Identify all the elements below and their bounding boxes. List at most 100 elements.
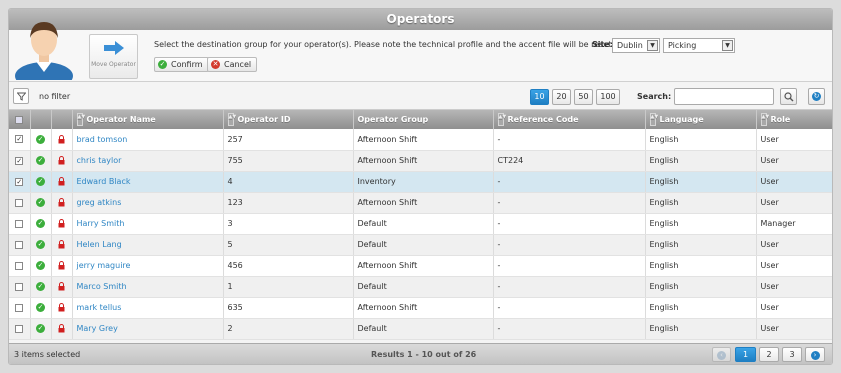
operator-group-cell: Default — [353, 213, 494, 235]
row-checkbox[interactable] — [15, 198, 24, 207]
page-size-10[interactable]: 10 — [530, 89, 549, 105]
operator-name-cell[interactable]: brad tomson — [72, 129, 224, 151]
cancel-button[interactable]: ✕ Cancel — [207, 57, 258, 72]
operator-name-cell[interactable]: Mary Grey — [72, 318, 224, 340]
row-select-cell[interactable] — [9, 213, 31, 235]
row-checkbox[interactable] — [15, 282, 24, 291]
move-operator-panel: Move Operator Select the destination gro… — [9, 22, 832, 82]
row-select-cell[interactable] — [9, 192, 31, 214]
row-select-cell[interactable]: ✓ — [9, 129, 31, 151]
table-row[interactable]: ✓ ✓ brad tomson 257 Afternoon Shift - English U… — [9, 129, 832, 151]
operator-name-cell[interactable]: Edward Black — [72, 171, 224, 193]
row-checkbox[interactable]: ✓ — [15, 177, 24, 186]
row-select-cell[interactable] — [9, 234, 31, 256]
row-select-cell[interactable] — [9, 297, 31, 319]
row-checkbox[interactable]: ✓ — [15, 156, 24, 165]
col-reference-code[interactable]: ▲▼Reference Code — [493, 110, 646, 129]
row-lock-cell[interactable] — [51, 234, 73, 256]
table-row[interactable]: ✓ ✓ Edward Black 4 Inventory - English User — [9, 171, 832, 193]
chevron-right-icon: › — [810, 351, 820, 360]
page-3-button[interactable]: 3 — [782, 347, 802, 362]
select-all-checkbox[interactable] — [15, 115, 24, 124]
search-input[interactable] — [674, 88, 774, 105]
cancel-label: Cancel — [224, 60, 252, 69]
table-row[interactable]: ✓ Mary Grey 2 Default - English User — [9, 318, 832, 340]
operator-name-link[interactable]: jerry maguire — [77, 261, 131, 270]
row-select-cell[interactable] — [9, 276, 31, 298]
group-select[interactable]: Picking ▼ — [663, 38, 735, 53]
col-language[interactable]: ▲▼Language — [645, 110, 757, 129]
row-lock-cell[interactable] — [51, 297, 73, 319]
row-checkbox[interactable] — [15, 240, 24, 249]
operator-name-link[interactable]: Edward Black — [77, 177, 131, 186]
row-checkbox[interactable] — [15, 303, 24, 312]
col-operator-id[interactable]: ▲▼Operator ID — [223, 110, 354, 129]
language-cell: English — [645, 129, 757, 151]
table-row[interactable]: ✓ Marco Smith 1 Default - English User — [9, 276, 832, 298]
prev-page-button[interactable]: ‹ — [712, 347, 731, 362]
refresh-button[interactable]: ↻ — [808, 88, 825, 105]
col-operator-group[interactable]: Operator Group — [353, 110, 494, 129]
row-lock-cell[interactable] — [51, 150, 73, 172]
page-1-button[interactable]: 1 — [735, 347, 756, 362]
filter-button[interactable] — [13, 88, 29, 104]
operator-name-link[interactable]: Marco Smith — [77, 282, 127, 291]
table-row[interactable]: ✓ ✓ chris taylor 755 Afternoon Shift CT224 Eng… — [9, 150, 832, 172]
operator-name-link[interactable]: mark tellus — [77, 303, 122, 312]
table-row[interactable]: ✓ greg atkins 123 Afternoon Shift - English Us… — [9, 192, 832, 214]
page-size-100[interactable]: 100 — [596, 89, 620, 105]
language-cell: English — [645, 318, 757, 340]
row-lock-cell[interactable] — [51, 171, 73, 193]
operator-name-link[interactable]: greg atkins — [77, 198, 122, 207]
row-lock-cell[interactable] — [51, 192, 73, 214]
row-select-cell[interactable]: ✓ — [9, 150, 31, 172]
site-select[interactable]: Dublin ▼ — [612, 38, 660, 53]
table-row[interactable]: ✓ mark tellus 635 Afternoon Shift - English Us… — [9, 297, 832, 319]
reference-code-cell: CT224 — [493, 150, 646, 172]
page-size-50[interactable]: 50 — [574, 89, 593, 105]
row-select-cell[interactable] — [9, 255, 31, 277]
row-lock-cell[interactable] — [51, 213, 73, 235]
operator-name-cell[interactable]: Helen Lang — [72, 234, 224, 256]
row-status-cell: ✓ — [30, 192, 52, 214]
operator-name-link[interactable]: Mary Grey — [77, 324, 118, 333]
operator-name-cell[interactable]: jerry maguire — [72, 255, 224, 277]
operator-name-cell[interactable]: Harry Smith — [72, 213, 224, 235]
move-operator-label: Move Operator — [91, 61, 136, 68]
operator-group-cell: Afternoon Shift — [353, 255, 494, 277]
select-all-header[interactable] — [9, 110, 31, 129]
role-cell: User — [756, 192, 832, 214]
move-operator-button[interactable]: Move Operator — [89, 34, 138, 79]
row-lock-cell[interactable] — [51, 318, 73, 340]
operator-name-cell[interactable]: chris taylor — [72, 150, 224, 172]
confirm-button[interactable]: ✓ Confirm — [154, 57, 209, 72]
table-row[interactable]: ✓ Harry Smith 3 Default - English Manager — [9, 213, 832, 235]
row-checkbox[interactable] — [15, 324, 24, 333]
operator-name-link[interactable]: Helen Lang — [77, 240, 122, 249]
row-checkbox[interactable] — [15, 261, 24, 270]
operator-name-cell[interactable]: greg atkins — [72, 192, 224, 214]
operator-name-link[interactable]: chris taylor — [77, 156, 122, 165]
row-lock-cell[interactable] — [51, 255, 73, 277]
row-select-cell[interactable] — [9, 318, 31, 340]
user-avatar-icon — [15, 22, 73, 80]
page-2-button[interactable]: 2 — [759, 347, 779, 362]
operator-name-link[interactable]: Harry Smith — [77, 219, 125, 228]
row-checkbox[interactable] — [15, 219, 24, 228]
search-button[interactable] — [780, 88, 797, 105]
table-row[interactable]: ✓ jerry maguire 456 Afternoon Shift - English… — [9, 255, 832, 277]
table-row[interactable]: ✓ Helen Lang 5 Default - English User — [9, 234, 832, 256]
row-status-cell: ✓ — [30, 129, 52, 151]
operator-name-cell[interactable]: Marco Smith — [72, 276, 224, 298]
col-operator-name[interactable]: ▲▼Operator Name — [72, 110, 224, 129]
row-lock-cell[interactable] — [51, 129, 73, 151]
row-lock-cell[interactable] — [51, 276, 73, 298]
page-size-20[interactable]: 20 — [552, 89, 571, 105]
next-page-button[interactable]: › — [805, 347, 825, 362]
operator-name-link[interactable]: brad tomson — [77, 135, 128, 144]
row-checkbox[interactable]: ✓ — [15, 135, 24, 144]
row-select-cell[interactable]: ✓ — [9, 171, 31, 193]
operator-id-cell: 635 — [223, 297, 354, 319]
col-role[interactable]: ▲▼Role — [756, 110, 832, 129]
operator-name-cell[interactable]: mark tellus — [72, 297, 224, 319]
